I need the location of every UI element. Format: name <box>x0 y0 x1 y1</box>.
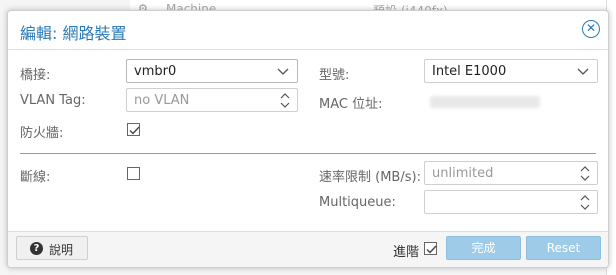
close-icon[interactable]: ✕ <box>582 20 600 38</box>
help-button[interactable]: ? 說明 <box>16 236 88 260</box>
checkmark-icon <box>426 245 437 254</box>
checkmark-icon <box>129 126 140 135</box>
firewall-label: 防火牆: <box>20 126 64 141</box>
multiqueue-input[interactable] <box>424 190 598 214</box>
bridge-select[interactable]: vmbr0 <box>126 59 298 83</box>
edit-network-device-dialog: 編輯: 網路裝置 ✕ 橋接: vmbr0 型號: Intel E1000 VLA… <box>7 10 609 268</box>
disconnect-label: 斷線: <box>20 170 51 185</box>
section-divider <box>20 153 596 154</box>
rate-limit-label: 速率限制 (MB/s): <box>319 170 421 185</box>
disconnect-checkbox[interactable] <box>127 167 140 180</box>
multiqueue-label: Multiqueue: <box>319 195 396 210</box>
model-label: 型號: <box>319 68 350 83</box>
chevron-down-icon <box>577 68 589 75</box>
dialog-title: 編輯: 網路裝置 <box>20 24 127 43</box>
spinner-icon[interactable] <box>579 165 591 182</box>
vlan-tag-input[interactable]: no VLAN <box>126 88 298 112</box>
chevron-down-icon <box>277 68 289 75</box>
model-value: Intel E1000 <box>432 64 507 79</box>
spinner-icon[interactable] <box>579 194 591 211</box>
mac-address-redacted <box>430 96 540 108</box>
dialog-footer: ? 說明 進階 完成 Reset <box>8 231 608 267</box>
vlan-tag-placeholder: no VLAN <box>134 93 190 108</box>
model-select[interactable]: Intel E1000 <box>424 59 598 83</box>
mac-address-label: MAC 位址: <box>319 97 383 112</box>
spinner-icon[interactable] <box>279 92 291 109</box>
advanced-checkbox[interactable] <box>424 242 437 255</box>
reset-button[interactable]: Reset <box>526 236 601 260</box>
dialog-header: 編輯: 網路裝置 ✕ <box>8 11 608 50</box>
firewall-checkbox[interactable] <box>127 123 140 136</box>
ok-button[interactable]: 完成 <box>446 236 521 260</box>
rate-limit-input[interactable]: unlimited <box>424 161 598 185</box>
bridge-label: 橋接: <box>20 68 51 83</box>
rate-limit-placeholder: unlimited <box>432 166 494 181</box>
bridge-value: vmbr0 <box>134 64 177 79</box>
help-button-label: 說明 <box>49 243 74 257</box>
vlan-tag-label: VLAN Tag: <box>20 93 86 108</box>
question-icon: ? <box>30 242 43 255</box>
mac-address-field[interactable] <box>424 89 602 113</box>
advanced-label: 進階 <box>393 245 420 260</box>
